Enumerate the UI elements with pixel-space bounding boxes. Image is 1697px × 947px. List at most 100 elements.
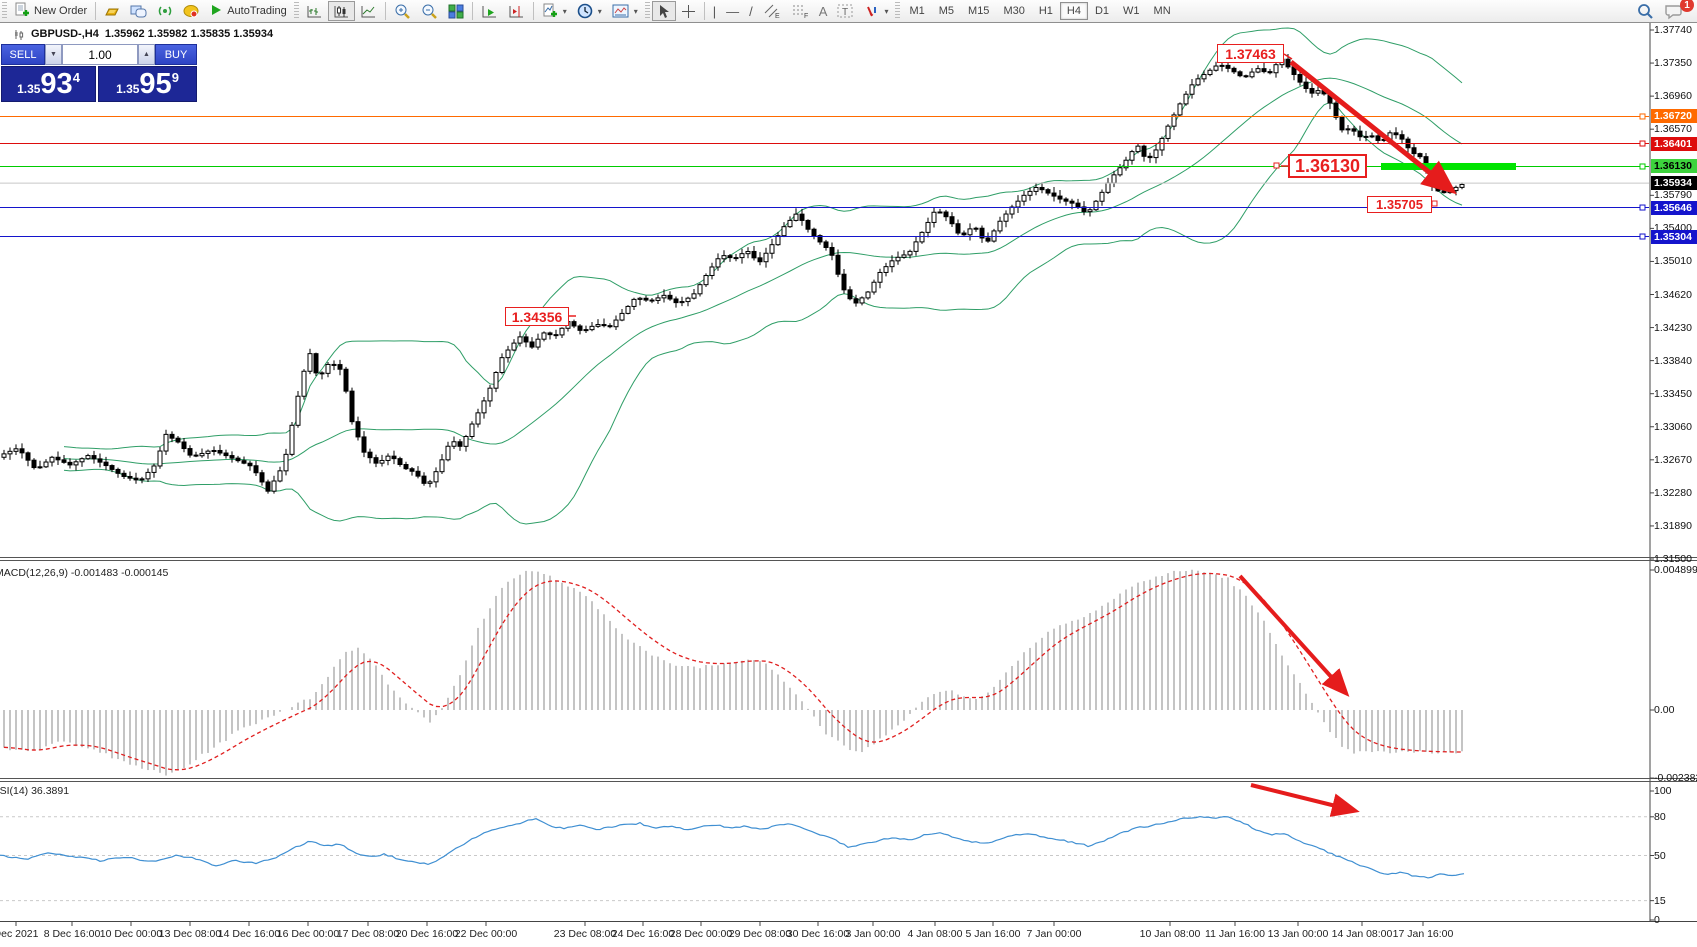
tile-windows-button[interactable] [443,1,469,21]
sell-price-display[interactable]: 1.35 93 4 [1,66,96,102]
cursor-tool-button[interactable] [652,1,676,21]
vertical-line-tool-button[interactable]: | [708,1,721,21]
timeframe-button-m5[interactable]: M5 [932,2,961,20]
templates-button[interactable]: ▾ [607,1,643,21]
price-level-badge: 1.35646 [1651,201,1697,215]
time-axis-label: 17 Dec 08:00 [337,928,399,940]
price-axis-label: 1.31890 [1654,520,1692,532]
timeframe-button-h1[interactable]: H1 [1032,2,1060,20]
equidistant-channel-tool-button[interactable]: E [758,1,786,21]
search-icon[interactable] [1631,1,1659,21]
volume-input[interactable]: 1.00 [62,44,138,65]
text-tool-button[interactable]: A [814,1,833,21]
separator [385,2,386,20]
volume-increase-button[interactable]: ▲ [138,44,155,65]
price-axis-label: 80 [1654,811,1666,823]
chart-window[interactable]: GBPUSD-,H4 1.35962 1.35982 1.35835 1.359… [0,24,1697,947]
toolbar-grip[interactable] [294,2,299,20]
buy-price-display[interactable]: 1.35 95 9 [98,66,197,102]
price-annotation[interactable]: 1.37463 [1217,44,1284,63]
time-axis-label: 14 Jan 08:00 [1332,928,1393,940]
time-axis-label: 16 Dec 00:00 [277,928,339,940]
price-axis-label: 1.36570 [1654,123,1692,135]
timeframe-button-m1[interactable]: M1 [902,2,931,20]
notifications-button[interactable]: 1 [1659,1,1689,21]
horizontal-line-tool-button[interactable]: — [721,1,744,21]
text-label-tool-button[interactable]: T [832,1,859,21]
autotrading-button[interactable]: AutoTrading [204,1,292,21]
timeframe-button-mn[interactable]: MN [1147,2,1178,20]
price-axis-label: 1.37350 [1654,57,1692,69]
timeframe-button-w1[interactable]: W1 [1116,2,1147,20]
timeframe-button-m30[interactable]: M30 [996,2,1031,20]
chart-title-icon [14,29,25,40]
trendline-tool-button[interactable]: / [744,1,758,21]
zoom-out-button[interactable] [416,1,443,21]
bar-chart-button[interactable] [301,1,328,21]
toolbar-grip[interactable] [645,2,650,20]
price-axis-label: 1.35790 [1654,189,1692,201]
toolbar-grip[interactable] [895,2,900,20]
timeframe-button-d1[interactable]: D1 [1088,2,1116,20]
periods-button[interactable]: ▾ [572,1,607,21]
toolbar-grip[interactable] [2,2,7,20]
new-order-icon [14,2,30,21]
zoom-in-button[interactable] [389,1,416,21]
time-axis-label: 5 Jan 16:00 [966,928,1021,940]
separator [704,2,705,20]
buy-price-pip: 9 [172,70,179,85]
price-axis-label: 1.33450 [1654,388,1692,400]
line-chart-button[interactable] [355,1,382,21]
svg-text:T: T [842,7,848,18]
arrows-tool-button[interactable]: ▾ [859,1,893,21]
market-watch-button[interactable] [125,1,152,21]
arrows-caret-icon: ▾ [884,7,888,16]
price-level-badge: 1.35304 [1651,230,1697,244]
templates-caret-icon: ▾ [634,7,638,16]
price-axis-label: 0.00 [1654,704,1674,716]
price-axis-label: 100 [1654,785,1672,797]
crosshair-tool-button[interactable] [676,1,701,21]
auto-scroll-button[interactable] [476,1,503,21]
price-axis-label: 1.33840 [1654,355,1692,367]
svg-text:E: E [775,13,780,19]
svg-text:F: F [804,13,808,19]
time-axis-label: 3 Jan 00:00 [846,928,901,940]
mql5-community-button[interactable] [178,1,204,21]
time-axis-label: 7 Jan 00:00 [1027,928,1082,940]
new-order-button[interactable]: New Order [9,1,92,21]
autotrading-play-icon [209,3,223,20]
autotrading-label: AutoTrading [227,5,287,17]
sell-button[interactable]: SELL [1,44,45,65]
price-axis-label: -0.002382 [1654,772,1697,784]
price-axis-label: 1.32280 [1654,487,1692,499]
price-axis-label: 0.004899 [1654,564,1697,576]
new-order-label: New Order [34,5,87,17]
chart-shift-button[interactable] [503,1,530,21]
price-axis-label: 0 [1654,914,1660,926]
time-axis-label: 4 Jan 08:00 [908,928,963,940]
deposit-button[interactable] [99,1,125,21]
separator [533,2,534,20]
volume-decrease-button[interactable]: ▼ [45,44,62,65]
time-axis-label: 11 Jan 16:00 [1205,928,1265,940]
price-axis-label: 1.34230 [1654,322,1692,334]
time-axis-label: 17 Jan 16:00 [1393,928,1454,940]
price-annotation[interactable]: 1.36130 [1288,154,1367,178]
timeframe-button-h4[interactable]: H4 [1060,2,1088,20]
time-axis-label: 10 Jan 08:00 [1140,928,1201,940]
time-axis-label: Dec 2021 [0,928,38,940]
chart-canvas[interactable] [0,0,1697,947]
buy-button[interactable]: BUY [155,44,197,65]
price-level-badge: 1.35934 [1651,176,1697,190]
timeframe-button-m15[interactable]: M15 [961,2,996,20]
indicators-button[interactable]: ▾ [537,1,572,21]
signals-button[interactable] [152,1,178,21]
price-level-badge: 1.36401 [1651,137,1697,151]
candlestick-chart-button[interactable] [328,1,355,21]
price-axis-label: 1.32670 [1654,454,1692,466]
time-axis-label: 14 Dec 16:00 [218,928,280,940]
fibonacci-tool-button[interactable]: F [786,1,814,21]
price-annotation[interactable]: 1.35705 [1367,196,1432,213]
price-annotation[interactable]: 1.34356 [505,307,569,326]
